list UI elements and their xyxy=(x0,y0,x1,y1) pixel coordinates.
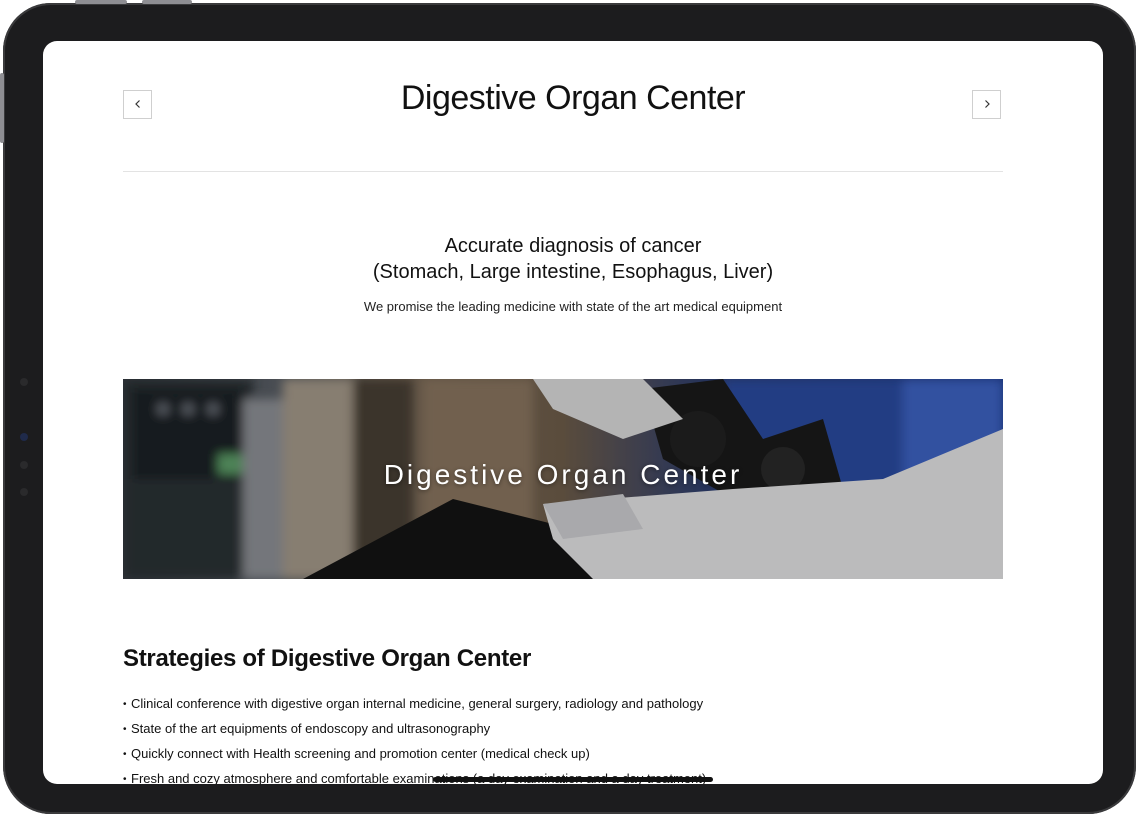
sensor-dot xyxy=(20,488,28,496)
strategies-heading: Strategies of Digestive Organ Center xyxy=(123,645,531,672)
top-button xyxy=(142,0,192,4)
banner-image: Digestive Organ Center xyxy=(123,379,1003,579)
bullet-icon: • xyxy=(123,774,127,784)
list-item: • State of the art equipments of endoscop… xyxy=(123,717,706,742)
strategies-list: • Clinical conference with digestive orga… xyxy=(123,692,706,784)
list-item: • Quickly connect with Health screening a… xyxy=(123,742,706,767)
bullet-icon: • xyxy=(123,724,127,735)
home-indicator[interactable] xyxy=(433,777,713,782)
banner-title: Digestive Organ Center xyxy=(383,459,743,490)
camera-icon xyxy=(20,433,28,441)
intro-heading: Accurate diagnosis of cancer (Stomach, L… xyxy=(43,233,1103,285)
chevron-right-icon xyxy=(982,97,992,112)
tablet-frame: Digestive Organ Center Accurate diagnosi… xyxy=(0,0,1136,814)
list-item-text: State of the art equipments of endoscopy… xyxy=(131,721,491,736)
intro-heading-line: (Stomach, Large intestine, Esophagus, Li… xyxy=(372,261,774,283)
intro-subtext: We promise the leading medicine with sta… xyxy=(363,299,783,314)
bullet-icon: • xyxy=(123,749,127,760)
next-button[interactable] xyxy=(972,90,1001,119)
list-item-text: Quickly connect with Health screening an… xyxy=(131,746,590,761)
sensor-dot xyxy=(20,378,28,386)
header-divider xyxy=(123,171,1003,172)
screen: Digestive Organ Center Accurate diagnosi… xyxy=(43,41,1103,784)
sensor-dot xyxy=(20,461,28,469)
bullet-icon: • xyxy=(123,699,127,710)
top-button xyxy=(75,0,127,4)
intro-heading-line: Accurate diagnosis of cancer xyxy=(444,235,702,257)
page-title: Digestive Organ Center xyxy=(400,79,746,117)
list-item-text: Clinical conference with digestive organ… xyxy=(131,696,704,711)
list-item: • Clinical conference with digestive orga… xyxy=(123,692,706,717)
side-button xyxy=(0,73,4,143)
